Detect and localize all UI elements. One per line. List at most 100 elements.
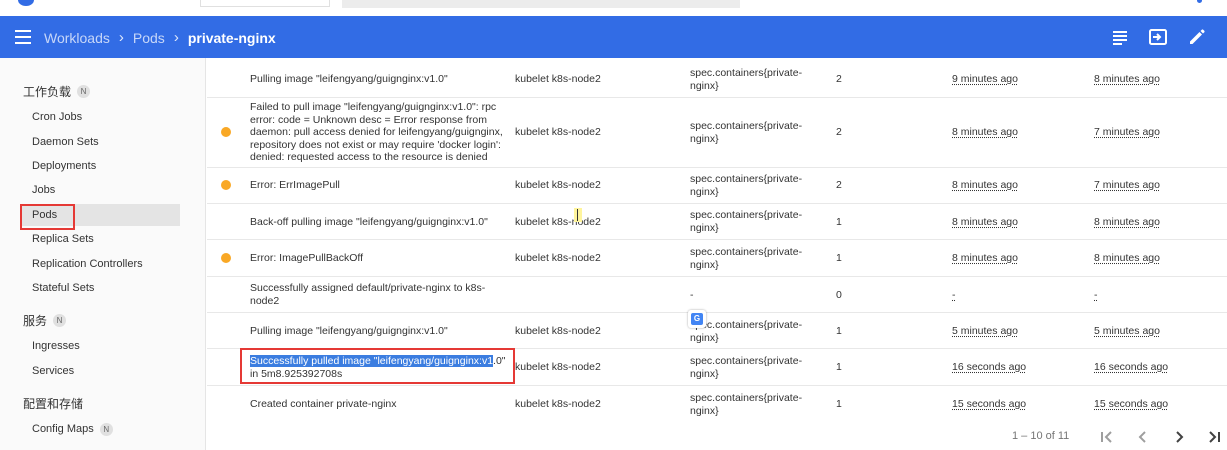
event-count: 1 xyxy=(836,216,842,228)
event-source: kubelet k8s-node2 xyxy=(515,325,601,337)
breadcrumb-workloads[interactable]: Workloads xyxy=(44,30,110,46)
table-row: Pulling image "leifengyang/guignginx:v1.… xyxy=(207,58,1227,98)
event-count: 1 xyxy=(836,252,842,264)
page-range: 1 – 10 of 11 xyxy=(1012,430,1070,442)
sidebar-item-cron-jobs[interactable]: Cron Jobs xyxy=(20,106,180,128)
table-row: Pulling image "leifengyang/guignginx:v1.… xyxy=(207,313,1227,349)
event-count: 1 xyxy=(836,361,842,373)
sidebar-item-replication-controllers[interactable]: Replication Controllers xyxy=(20,253,180,275)
sidebar-item-jobs[interactable]: Jobs xyxy=(20,179,180,201)
warning-dot-icon xyxy=(221,253,231,263)
search-bar[interactable] xyxy=(342,0,740,8)
event-first-seen[interactable]: 9 minutes ago xyxy=(952,73,1072,86)
event-first-seen[interactable]: 15 seconds ago xyxy=(952,398,1072,411)
translate-icon[interactable]: G xyxy=(688,310,706,328)
sidebar-item-stateful-sets[interactable]: Stateful Sets xyxy=(20,277,180,299)
section-services[interactable]: 服务 N xyxy=(23,312,67,329)
top-toolbar: Workloads › Pods › private-nginx xyxy=(0,16,1227,58)
page-title: private-nginx xyxy=(187,29,276,46)
list-icon[interactable] xyxy=(1110,27,1130,47)
table-row: Back-off pulling image "leifengyang/guig… xyxy=(207,204,1227,240)
browser-top-strip xyxy=(0,0,1227,16)
warning-dot-icon xyxy=(221,180,231,190)
breadcrumb-pods[interactable]: Pods xyxy=(133,30,165,46)
event-source: kubelet k8s-node2 xyxy=(515,361,601,373)
namespace-selector[interactable] xyxy=(200,0,330,7)
table-row: Created container private-nginx kubelet … xyxy=(207,386,1227,422)
event-first-seen[interactable]: 16 seconds ago xyxy=(952,361,1072,374)
highlight-box xyxy=(240,348,515,384)
edit-icon[interactable] xyxy=(1187,27,1207,47)
sidebar-item-services[interactable]: Services xyxy=(20,360,180,382)
event-object: spec.containers{private-nginx} xyxy=(690,246,803,271)
table-row: Successfully assigned default/private-ng… xyxy=(207,277,1227,313)
event-object: spec.containers{private-nginx} xyxy=(690,392,803,417)
event-message: Back-off pulling image "leifengyang/guig… xyxy=(250,216,488,228)
event-message: Pulling image "leifengyang/guignginx:v1.… xyxy=(250,73,448,85)
event-object: spec.containers{private-nginx} xyxy=(690,319,803,344)
next-page-icon[interactable] xyxy=(1168,426,1190,448)
sidebar-item-config-maps[interactable]: Config Maps N xyxy=(20,418,180,440)
event-object: spec.containers{private-nginx} xyxy=(690,173,803,198)
event-last-seen[interactable]: 7 minutes ago xyxy=(1094,126,1214,139)
section-label: 工作负载 xyxy=(23,85,72,99)
sidebar: 工作负载 N Cron Jobs Daemon Sets Deployments… xyxy=(0,58,206,450)
sidebar-item-deployments[interactable]: Deployments xyxy=(20,155,180,177)
event-last-seen[interactable]: - xyxy=(1094,289,1214,302)
sidebar-item-ingresses[interactable]: Ingresses xyxy=(20,335,180,357)
event-last-seen[interactable]: 15 seconds ago xyxy=(1094,398,1214,411)
event-last-seen[interactable]: 7 minutes ago xyxy=(1094,179,1214,192)
event-object: spec.containers{private-nginx} xyxy=(690,67,803,92)
event-message: Created container private-nginx xyxy=(250,398,397,410)
menu-icon[interactable] xyxy=(15,30,31,44)
event-object: spec.containers{private-nginx} xyxy=(690,355,803,380)
sidebar-item-label: Config Maps xyxy=(32,423,94,435)
event-count: 2 xyxy=(836,73,842,85)
event-source: kubelet k8s-node2 xyxy=(515,179,601,191)
event-source: kubelet k8s-node2 xyxy=(515,252,601,264)
event-message: Error: ErrImagePull xyxy=(250,179,340,191)
events-table: Pulling image "leifengyang/guignginx:v1.… xyxy=(207,58,1227,450)
chevron-right-icon: › xyxy=(173,29,179,46)
table-row: Error: ErrImagePull kubelet k8s-node2 sp… xyxy=(207,168,1227,204)
highlight-box xyxy=(20,204,75,230)
section-label: 配置和存储 xyxy=(23,397,84,411)
event-count: 2 xyxy=(836,126,842,138)
event-count: 1 xyxy=(836,398,842,410)
event-first-seen[interactable]: 8 minutes ago xyxy=(952,216,1072,229)
event-first-seen[interactable]: 8 minutes ago xyxy=(952,179,1072,192)
event-source: kubelet k8s-node2 xyxy=(515,126,601,138)
chevron-right-icon: › xyxy=(118,29,124,46)
event-first-seen[interactable]: 5 minutes ago xyxy=(952,325,1072,338)
sidebar-item-replica-sets[interactable]: Replica Sets xyxy=(20,228,180,250)
pagination: 1 – 10 of 11 xyxy=(207,424,1227,450)
event-first-seen[interactable]: 8 minutes ago xyxy=(952,126,1072,139)
sidebar-item-daemon-sets[interactable]: Daemon Sets xyxy=(20,131,180,153)
section-workloads[interactable]: 工作负载 N xyxy=(23,83,91,100)
event-last-seen[interactable]: 8 minutes ago xyxy=(1094,252,1214,265)
event-count: 1 xyxy=(836,325,842,337)
event-source: kubelet k8s-node2 xyxy=(515,73,601,85)
event-count: 0 xyxy=(836,289,842,301)
event-message: Failed to pull image "leifengyang/guigng… xyxy=(250,101,503,163)
text-cursor-icon xyxy=(574,208,582,222)
breadcrumb: Workloads › Pods › private-nginx xyxy=(44,29,276,46)
new-badge: N xyxy=(53,314,67,327)
exec-icon[interactable] xyxy=(1148,27,1168,47)
first-page-icon[interactable] xyxy=(1096,426,1118,448)
event-object: spec.containers{private-nginx} xyxy=(690,120,803,145)
last-page-icon[interactable] xyxy=(1203,426,1225,448)
event-message: Successfully assigned default/private-ng… xyxy=(250,282,486,307)
event-source: kubelet k8s-node2 xyxy=(515,216,601,228)
section-config-storage[interactable]: 配置和存储 xyxy=(23,395,83,412)
event-first-seen[interactable]: 8 minutes ago xyxy=(952,252,1072,265)
event-last-seen[interactable]: 8 minutes ago xyxy=(1094,216,1214,229)
section-label: 服务 xyxy=(23,314,48,328)
prev-page-icon[interactable] xyxy=(1132,426,1154,448)
event-first-seen[interactable]: - xyxy=(952,289,1072,302)
event-last-seen[interactable]: 8 minutes ago xyxy=(1094,73,1214,86)
event-last-seen[interactable]: 16 seconds ago xyxy=(1094,361,1214,374)
event-source: kubelet k8s-node2 xyxy=(515,398,601,410)
event-last-seen[interactable]: 5 minutes ago xyxy=(1094,325,1214,338)
event-message: Pulling image "leifengyang/guignginx:v1.… xyxy=(250,325,448,337)
